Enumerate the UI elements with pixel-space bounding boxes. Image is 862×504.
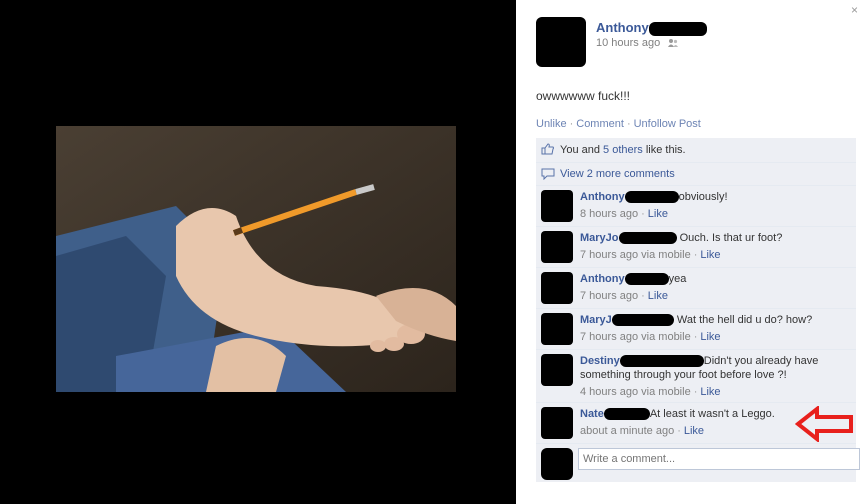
comment-body: Anthony yea 7 hours ago · Like <box>580 272 852 303</box>
comment-item: Destiny Didn't you already have something… <box>536 350 856 403</box>
close-icon[interactable]: × <box>851 3 858 17</box>
comment-meta: 4 hours ago via mobile · Like <box>580 385 852 399</box>
redaction-bar <box>611 314 674 327</box>
comment-meta: 7 hours ago via mobile · Like <box>580 248 852 262</box>
commenter-name[interactable]: MaryJo <box>580 232 619 244</box>
comment-like-link[interactable]: Like <box>648 208 668 220</box>
separator: · <box>693 249 698 261</box>
separator: · <box>626 118 631 130</box>
commenter-avatar[interactable] <box>541 407 573 439</box>
likes-suffix: like this. <box>642 144 686 156</box>
redaction-bar <box>624 191 679 204</box>
commenter-avatar[interactable] <box>541 231 573 263</box>
redaction-bar <box>648 21 707 36</box>
comment-bubble-icon <box>541 168 555 180</box>
separator: · <box>641 290 645 302</box>
foot-pencil-photo <box>56 126 456 392</box>
comment-text: Ouch. Is that ur foot? <box>679 232 783 244</box>
comment-like-link[interactable]: Like <box>700 331 720 343</box>
comment-like-link[interactable]: Like <box>648 290 668 302</box>
post-photo[interactable] <box>56 126 456 392</box>
comment-meta: 7 hours ago · Like <box>580 289 852 303</box>
write-comment-input[interactable] <box>578 448 860 470</box>
comment-time[interactable]: 7 hours ago <box>580 331 638 343</box>
redaction-bar <box>603 408 650 421</box>
commenter-avatar[interactable] <box>541 313 573 345</box>
likes-prefix: You and <box>560 144 604 156</box>
author-name[interactable]: Anthony <box>596 20 707 36</box>
comment-like-link[interactable]: Like <box>684 425 704 437</box>
thumbs-up-icon <box>541 143 554 155</box>
comment-text: At least it wasn't a Leggo. <box>649 408 775 420</box>
redaction-bar <box>624 273 669 286</box>
comment-link[interactable]: Comment <box>576 118 624 130</box>
comment-like-link[interactable]: Like <box>700 249 720 261</box>
comment-item: MaryJo Ouch. Is that ur foot? 7 hours ag… <box>536 227 856 268</box>
friends-icon[interactable] <box>667 38 679 48</box>
comment-body: Destiny Didn't you already have something… <box>580 354 852 399</box>
redaction-bar <box>618 232 677 245</box>
view-more-comments-link[interactable]: View 2 more comments <box>560 168 675 180</box>
post-actions: Unlike · Comment · Unfollow Post <box>536 118 701 130</box>
likes-others-link[interactable]: 5 others <box>603 144 643 156</box>
view-more-comments-row[interactable]: View 2 more comments <box>536 163 856 186</box>
unlike-link[interactable]: Unlike <box>536 118 567 130</box>
red-arrow-annotation <box>795 406 853 442</box>
separator: · <box>677 425 681 437</box>
redaction-bar <box>619 355 704 368</box>
post-timestamp-text[interactable]: 10 hours ago <box>596 37 660 49</box>
comment-item: MaryJ Wat the hell did u do? how? 7 hour… <box>536 309 856 350</box>
comment-body: Anthony obviously! 8 hours ago · Like <box>580 190 852 221</box>
comment-item: Anthony yea 7 hours ago · Like <box>536 268 856 309</box>
separator: · <box>693 386 698 398</box>
comment-meta: 8 hours ago · Like <box>580 207 852 221</box>
comment-time[interactable]: about a minute ago <box>580 425 674 437</box>
write-comment-row <box>536 444 860 482</box>
commenter-avatar[interactable] <box>541 190 573 222</box>
comment-via: via mobile <box>638 249 691 261</box>
comment-time[interactable]: 8 hours ago <box>580 208 638 220</box>
commenter-name[interactable]: MaryJ <box>580 314 612 326</box>
comment-text: obviously! <box>678 191 728 203</box>
comment-like-link[interactable]: Like <box>700 386 720 398</box>
author-avatar[interactable] <box>536 17 586 67</box>
unfollow-post-link[interactable]: Unfollow Post <box>634 118 701 130</box>
likes-summary: You and 5 others like this. <box>536 138 856 163</box>
comment-time[interactable]: 7 hours ago <box>580 249 638 261</box>
comment-via: via mobile <box>638 331 691 343</box>
comment-text: yea <box>668 273 687 285</box>
viewer-avatar <box>541 448 573 480</box>
comment-item: Anthony obviously! 8 hours ago · Like <box>536 186 856 227</box>
comment-time[interactable]: 4 hours ago <box>580 386 638 398</box>
comment-text: Wat the hell did u do? how? <box>676 314 813 326</box>
post-message: owwwwww fuck!!! <box>536 89 631 103</box>
author-name-text[interactable]: Anthony <box>596 20 649 35</box>
separator: · <box>693 331 698 343</box>
separator: · <box>569 118 574 130</box>
commenter-avatar[interactable] <box>541 354 573 386</box>
commenter-name[interactable]: Anthony <box>580 191 625 203</box>
separator: · <box>641 208 645 220</box>
photo-viewer <box>0 0 516 504</box>
commenter-name[interactable]: Anthony <box>580 273 625 285</box>
comment-time[interactable]: 7 hours ago <box>580 290 638 302</box>
comment-body: MaryJ Wat the hell did u do? how? 7 hour… <box>580 313 852 344</box>
comment-body: MaryJo Ouch. Is that ur foot? 7 hours ag… <box>580 231 852 262</box>
comment-meta: 7 hours ago via mobile · Like <box>580 330 852 344</box>
commenter-avatar[interactable] <box>541 272 573 304</box>
commenter-name[interactable]: Nate <box>580 408 604 420</box>
comment-via: via mobile <box>638 386 691 398</box>
post-timestamp: 10 hours ago <box>596 37 679 49</box>
commenter-name[interactable]: Destiny <box>580 355 620 367</box>
